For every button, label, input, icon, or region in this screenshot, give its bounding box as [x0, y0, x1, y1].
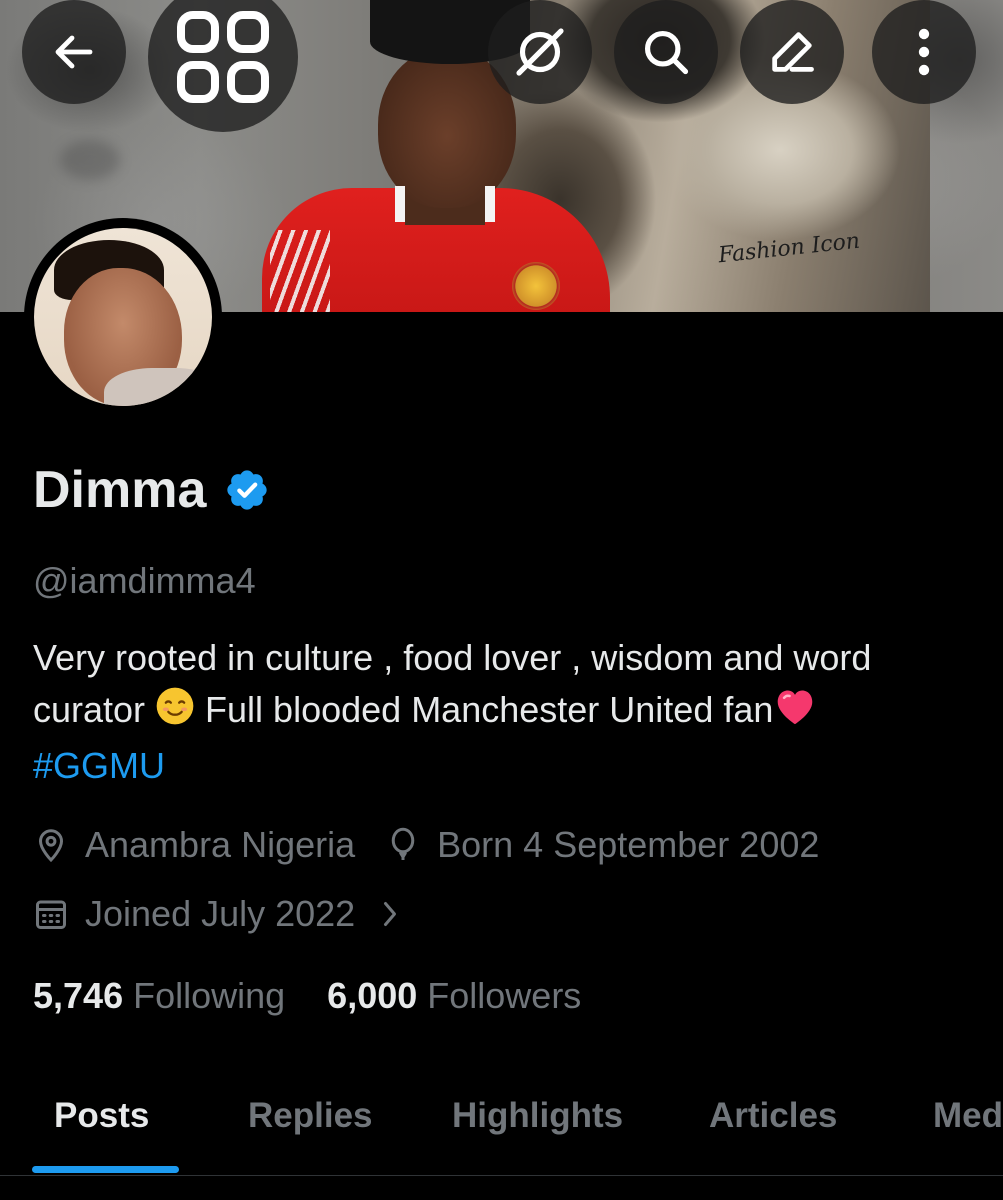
- profile-page: Fashion Icon Dimma @iamdimma4 Very roote…: [0, 0, 1003, 1200]
- edit-pencil-icon: [772, 32, 814, 72]
- tab-articles[interactable]: Articles: [709, 1096, 837, 1136]
- bio-line: Very rooted in culture , food lover , wi…: [33, 637, 872, 678]
- display-name: Dimma: [33, 460, 270, 520]
- birthday-item: Born 4 September 2002: [385, 824, 819, 866]
- avatar-shirt: [104, 368, 212, 406]
- joined-text: Joined July 2022: [85, 893, 356, 934]
- location-pin-icon: [38, 829, 64, 863]
- tabs-divider: [0, 1175, 1003, 1176]
- display-name-text: Dimma: [33, 461, 207, 519]
- banner-collar: [395, 186, 495, 222]
- banner-club-badge: [512, 262, 560, 310]
- grok-slash-icon: [516, 28, 564, 76]
- tab-posts[interactable]: Posts: [54, 1096, 149, 1136]
- following-count: 5,746: [33, 975, 124, 1016]
- more-vertical-icon: [918, 28, 930, 76]
- joined-item[interactable]: Joined July 2022: [33, 893, 403, 935]
- joined-row[interactable]: Joined July 2022: [33, 893, 433, 935]
- bio-text: curator: [33, 689, 156, 730]
- profile-tabs: Posts Replies Highlights Articles Media: [0, 1090, 1003, 1180]
- profile-bio: Very rooted in culture , food lover , wi…: [33, 632, 983, 792]
- tab-replies[interactable]: Replies: [248, 1096, 373, 1136]
- banner-texture: [60, 140, 120, 180]
- hashtag-link[interactable]: #GGMU: [33, 745, 165, 786]
- arrow-left-icon: [55, 35, 93, 69]
- bio-text: Full blooded Manchester United fan: [195, 689, 774, 730]
- following-stat[interactable]: 5,746 Following: [33, 975, 285, 1017]
- bio-line: #GGMU: [33, 740, 983, 792]
- followers-label: Followers: [427, 975, 582, 1016]
- tab-highlights[interactable]: Highlights: [452, 1096, 623, 1136]
- bio-line: curator Full blooded Manchester United f…: [33, 684, 983, 740]
- user-handle: @iamdimma4: [33, 560, 256, 601]
- edit-button[interactable]: [740, 0, 844, 104]
- profile-avatar[interactable]: [24, 218, 222, 416]
- back-button[interactable]: [22, 0, 126, 104]
- more-button[interactable]: [872, 0, 976, 104]
- location-text: Anambra Nigeria: [85, 824, 356, 865]
- tab-media[interactable]: Media: [933, 1096, 1003, 1136]
- following-label: Following: [133, 975, 286, 1016]
- balloon-icon: [391, 827, 415, 860]
- followers-count: 6,000: [327, 975, 418, 1016]
- profile-meta-row: Anambra Nigeria Born 4 September 2002: [33, 824, 849, 866]
- grid-apps-icon: [177, 11, 269, 103]
- grok-button[interactable]: [488, 0, 592, 104]
- followers-stat[interactable]: 6,000 Followers: [327, 975, 581, 1017]
- verified-badge-icon[interactable]: [224, 467, 270, 513]
- search-button[interactable]: [614, 0, 718, 104]
- birthday-text: Born 4 September 2002: [437, 824, 820, 865]
- smiling-face-emoji-icon: [155, 686, 195, 740]
- avatar-photo: [34, 228, 212, 406]
- calendar-icon: [36, 900, 66, 929]
- location-item: Anambra Nigeria: [33, 824, 355, 866]
- banner-jersey-stripes: [270, 230, 330, 312]
- follow-stats: 5,746 Following 6,000 Followers: [33, 975, 623, 1017]
- search-icon: [644, 30, 689, 75]
- active-tab-indicator: [32, 1166, 179, 1173]
- chevron-right-icon: [384, 902, 397, 926]
- red-heart-emoji-icon: [773, 686, 817, 740]
